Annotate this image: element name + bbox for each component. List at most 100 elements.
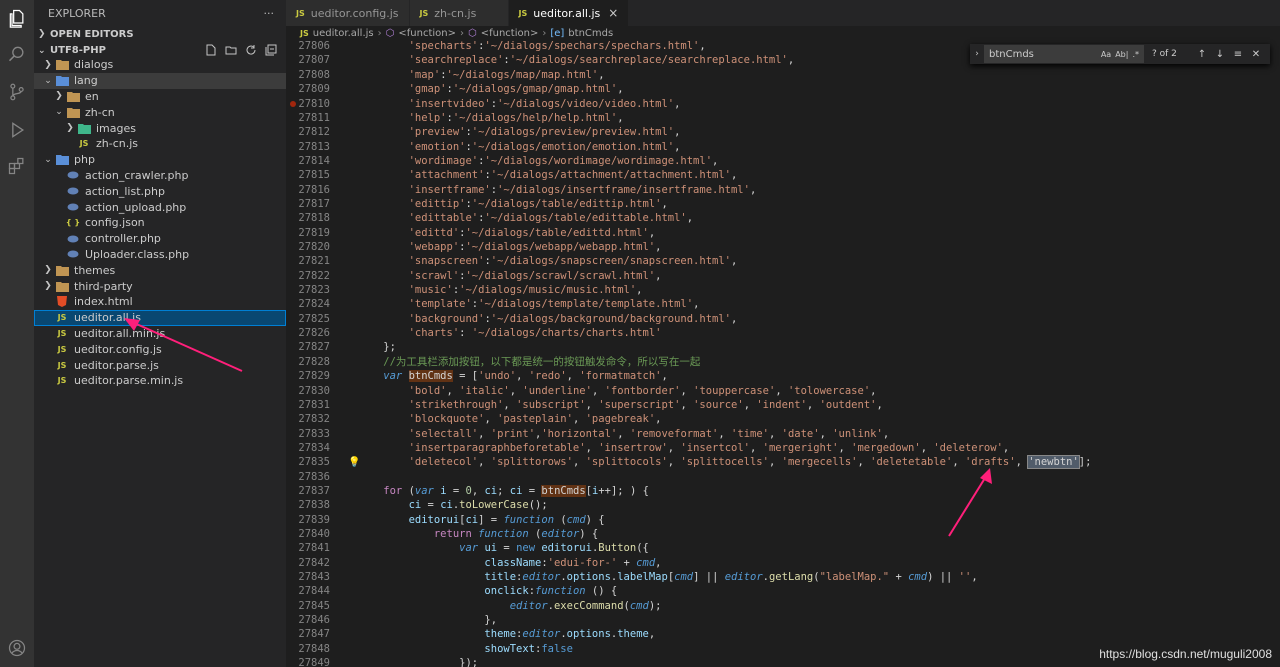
previous-match-icon[interactable]: ↑ xyxy=(1196,49,1208,60)
code-token: ui xyxy=(484,542,498,555)
code-line: 27824 'template':'~/dialogs/template/tem… xyxy=(286,297,1280,311)
breakpoint-icon[interactable] xyxy=(290,100,296,107)
breadcrumb-item[interactable]: btnCmds xyxy=(568,28,613,39)
find-in-selection-icon[interactable]: ≡ xyxy=(1232,49,1244,60)
tree-folder[interactable]: ❯ third-party xyxy=(34,278,286,294)
code-token: 'subscript' xyxy=(516,398,586,411)
explorer-title: EXPLORER xyxy=(48,7,106,20)
tree-folder[interactable]: ❯ images xyxy=(34,120,286,136)
run-debug-icon[interactable] xyxy=(5,118,29,142)
code-token: , xyxy=(484,413,498,426)
code-token: , xyxy=(686,212,694,225)
tree-file[interactable]: action_upload.php xyxy=(34,199,286,215)
code-line: 27808 'map':'~/dialogs/map/map.html', xyxy=(286,68,1280,82)
toggle-replace-icon[interactable]: › xyxy=(970,49,984,59)
code-text: 'specharts':'~/dialogs/spechars/spechars… xyxy=(358,40,706,52)
code-line: 27829 var btnCmds = ['undo', 'redo', 'fo… xyxy=(286,369,1280,383)
next-match-icon[interactable]: ↓ xyxy=(1214,49,1226,60)
tree-file[interactable]: JS ueditor.parse.min.js xyxy=(34,373,286,389)
code-token: , xyxy=(572,413,586,426)
explorer-icon[interactable] xyxy=(5,6,29,30)
tree-folder[interactable]: ❯ themes xyxy=(34,262,286,278)
close-find-icon[interactable]: ✕ xyxy=(1250,49,1262,60)
tree-file[interactable]: action_list.php xyxy=(34,183,286,199)
tree-file[interactable]: JS ueditor.config.js xyxy=(34,341,286,357)
code-token: '~/dialogs/preview/preview.html' xyxy=(471,126,675,139)
match-word-toggle[interactable]: Ab| xyxy=(1115,50,1128,59)
workspace-folder-header[interactable]: ⌄ UTF8-PHP xyxy=(34,42,286,58)
code-token: 'edittip' xyxy=(358,197,466,210)
more-actions-icon[interactable]: ··· xyxy=(264,7,275,20)
lightbulb-icon[interactable]: 💡 xyxy=(348,457,360,468)
code-token: '~/dialogs/emotion/emotion.html' xyxy=(471,140,675,153)
new-file-icon[interactable] xyxy=(204,43,218,57)
code-token: 'blockquote' xyxy=(358,413,485,426)
code-token: 'webapp' xyxy=(358,241,460,254)
regex-toggle[interactable]: .* xyxy=(1132,50,1139,59)
code-token: 'indent' xyxy=(756,398,807,411)
code-token: , xyxy=(478,427,491,440)
code-token: , xyxy=(566,370,580,383)
line-number: 27834 xyxy=(298,441,330,454)
search-icon[interactable] xyxy=(5,42,29,66)
code-line: 27843 title:editor.options.labelMap[cmd]… xyxy=(286,570,1280,584)
tree-file[interactable]: JS ueditor.all.js xyxy=(34,309,286,326)
code-text: 'template':'~/dialogs/template/template.… xyxy=(358,298,700,310)
refresh-icon[interactable] xyxy=(244,43,258,57)
find-input[interactable]: btnCmds Aa Ab| .* xyxy=(984,45,1144,63)
open-editors-section[interactable]: ❯ OPEN EDITORS xyxy=(34,26,286,42)
code-token: editor xyxy=(541,528,580,541)
code-token: 'insertparagraphbeforetable' xyxy=(358,441,586,454)
tree-file[interactable]: JS zh-cn.js xyxy=(34,136,286,152)
code-token: , xyxy=(730,255,738,268)
tree-file[interactable]: controller.php xyxy=(34,231,286,247)
tree-file[interactable]: JS ueditor.parse.js xyxy=(34,357,286,373)
breadcrumb-item[interactable]: <function> xyxy=(398,28,456,39)
tree-file[interactable]: action_crawler.php xyxy=(34,168,286,184)
tree-folder[interactable]: ⌄ lang xyxy=(34,72,286,89)
code-token: 'bold' xyxy=(358,384,447,397)
code-token: ci xyxy=(484,484,498,497)
code-token: '~/dialogs/searchreplace/searchreplace.h… xyxy=(509,54,788,67)
breadcrumb-item[interactable]: <function> xyxy=(481,28,539,39)
code-token: , xyxy=(718,427,732,440)
code-token: ci xyxy=(465,513,479,526)
match-case-toggle[interactable]: Aa xyxy=(1101,50,1111,59)
code-line: 27814 'wordimage':'~/dialogs/wordimage/w… xyxy=(286,154,1280,168)
tree-folder[interactable]: ⌄ php xyxy=(34,152,286,168)
extensions-icon[interactable] xyxy=(5,154,29,178)
code-line: 27819 'edittd':'~/dialogs/table/edittd.h… xyxy=(286,226,1280,240)
chevron-right-icon: ❯ xyxy=(44,59,52,70)
source-control-icon[interactable] xyxy=(5,80,29,104)
code-text: 'edittable':'~/dialogs/table/edittable.h… xyxy=(358,212,694,225)
tree-file[interactable]: JS ueditor.all.min.js xyxy=(34,326,286,342)
code-token: execCommand xyxy=(553,599,624,612)
collapse-all-icon[interactable] xyxy=(264,43,278,57)
editor-tab[interactable]: JS ueditor.config.js xyxy=(286,0,410,26)
line-number: 27823 xyxy=(298,284,330,297)
code-token: '~/dialogs/gmap/gmap.html' xyxy=(452,83,618,96)
tree-folder[interactable]: ❯ dialogs xyxy=(34,57,286,73)
tree-folder[interactable]: ⌄ zh-cn xyxy=(34,104,286,120)
line-number: 27828 xyxy=(298,355,330,368)
file-tree: ❯ dialogs ⌄ lang ❯ en ⌄ zh-cn ❯ images JS zh-cn.js ⌄… xyxy=(34,57,286,389)
code-text: //为工具栏添加按钮，以下都是统一的按钮触发命令，所以写在一起 xyxy=(358,354,700,369)
breadcrumb-item[interactable]: ueditor.all.js xyxy=(313,28,374,39)
account-icon[interactable] xyxy=(5,636,29,660)
tree-file[interactable]: index.html xyxy=(34,294,286,310)
code-text: ci = ci.toLowerCase(); xyxy=(358,499,548,511)
tree-file[interactable]: { } config.json xyxy=(34,215,286,231)
code-token: 'mergecells' xyxy=(781,456,858,469)
new-folder-icon[interactable] xyxy=(224,43,238,57)
editor-tab[interactable]: JS ueditor.all.js × xyxy=(508,0,630,26)
html-file-icon xyxy=(54,296,70,308)
code-line: 27811 'help':'~/dialogs/help/help.html', xyxy=(286,111,1280,125)
code-text: 'searchreplace':'~/dialogs/searchreplace… xyxy=(358,54,795,67)
tree-folder[interactable]: ❯ en xyxy=(34,89,286,105)
editor-tab[interactable]: JS zh-cn.js xyxy=(409,0,509,26)
code-token: ci xyxy=(440,499,453,512)
tree-file[interactable]: Uploader.class.php xyxy=(34,247,286,263)
code-editor[interactable]: 27806 'specharts':'~/dialogs/spechars/sp… xyxy=(286,40,1280,667)
close-tab-icon[interactable]: × xyxy=(608,6,618,20)
code-line: 27836 xyxy=(286,470,1280,484)
